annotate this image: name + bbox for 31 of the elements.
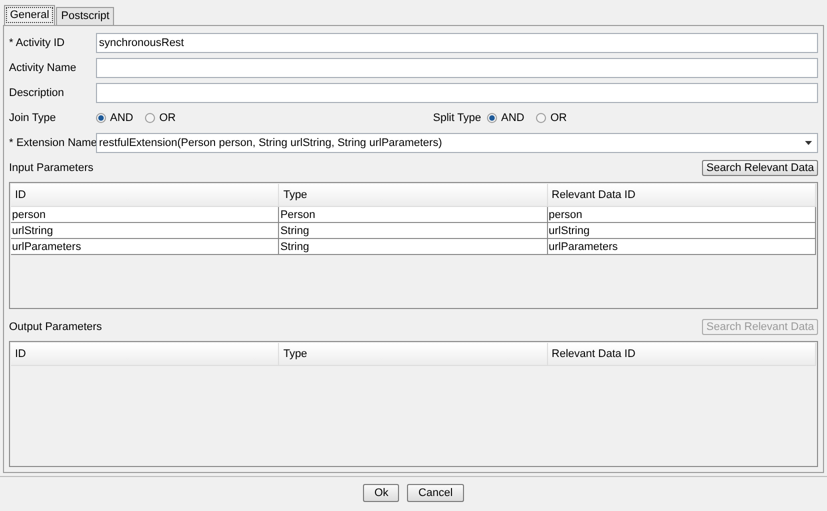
caret-icon bbox=[805, 141, 812, 145]
field-label: * Extension Name bbox=[9, 137, 96, 149]
dialog-button[interactable]: Ok bbox=[363, 484, 400, 502]
field-label: Description bbox=[9, 87, 66, 99]
text-field[interactable] bbox=[96, 58, 818, 78]
search-relevant-data-button[interactable]: Search Relevant Data bbox=[702, 160, 818, 176]
table-cell: urlParameters bbox=[548, 239, 816, 255]
column-header[interactable]: Relevant Data ID bbox=[548, 184, 816, 206]
section-title: Input Parameters bbox=[9, 162, 94, 174]
dropdown[interactable]: restfulExtension(Person person, String urlString, String urlParameters) bbox=[96, 133, 818, 153]
text-field[interactable]: synchronousRest bbox=[96, 33, 818, 53]
text-field[interactable] bbox=[96, 83, 818, 103]
section-title: Output Parameters bbox=[9, 321, 102, 333]
table-cell: String bbox=[279, 239, 548, 255]
tab[interactable]: General bbox=[4, 5, 56, 25]
column-header[interactable]: Type bbox=[279, 343, 548, 365]
field-label: Split Type bbox=[433, 112, 482, 124]
radio-button[interactable]: AND bbox=[96, 112, 134, 124]
column-header[interactable]: Relevant Data ID bbox=[548, 343, 816, 365]
field-label: Join Type bbox=[9, 112, 57, 124]
radio-button[interactable]: OR bbox=[536, 112, 567, 124]
column-header[interactable]: ID bbox=[11, 343, 280, 365]
column-header[interactable]: ID bbox=[11, 184, 280, 206]
field-label: * Activity ID bbox=[9, 37, 66, 49]
column-header[interactable]: Type bbox=[279, 184, 548, 206]
radio-button[interactable]: OR bbox=[145, 112, 176, 124]
field-label: Activity Name bbox=[9, 62, 78, 74]
tab[interactable]: Postscript bbox=[56, 7, 114, 25]
table-cell: urlParameters bbox=[11, 239, 280, 255]
radio-button[interactable]: AND bbox=[487, 112, 524, 124]
dialog-button[interactable]: Cancel bbox=[407, 484, 464, 502]
